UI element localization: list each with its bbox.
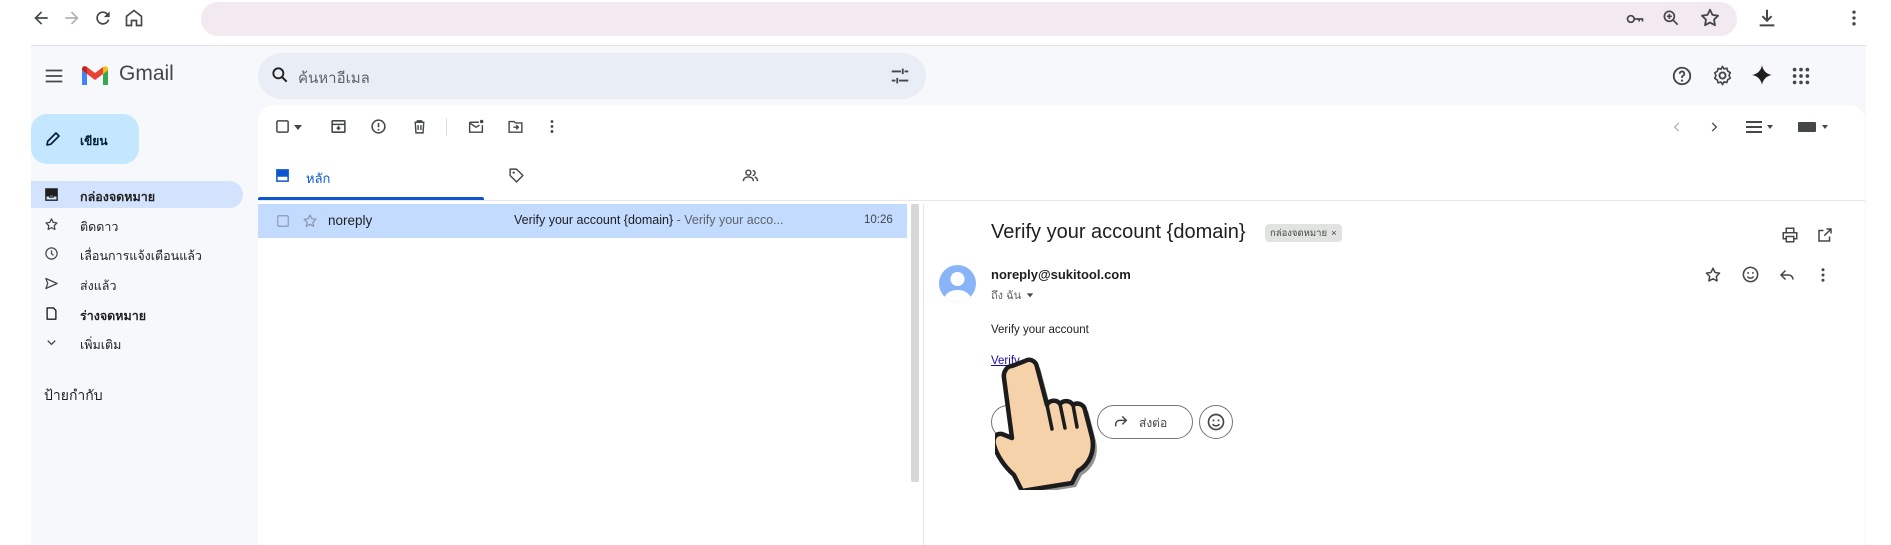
recipient-line[interactable]: ถึง ฉัน [991,286,1034,304]
sender-email: noreply@sukitool.com [991,267,1131,282]
gmail-wordmark: Gmail [119,62,174,85]
menu-dots-icon[interactable] [1844,8,1864,28]
sidebar-item-label: ติดดาว [80,220,119,234]
print-icon[interactable] [1781,226,1799,244]
search-options-icon[interactable] [889,65,911,87]
tabs-divider [258,200,1865,201]
pointing-hand-cursor-icon [995,355,1115,490]
sidebar-item-snoozed[interactable]: เลื่อนการแจ้งเตือนแล้ว [31,240,243,267]
sidebar-item-label: เลื่อนการแจ้งเตือนแล้ว [80,249,202,263]
bookmark-star-icon[interactable] [1699,7,1721,29]
search-icon[interactable] [270,65,290,85]
message-more-icon[interactable] [1818,266,1828,284]
people-icon[interactable] [742,167,759,184]
more-actions-icon[interactable] [546,118,558,135]
emoji-react-button[interactable] [1199,405,1233,439]
compose-label: เขียน [80,134,108,148]
forward-label: ส่งต่อ [1139,416,1168,430]
select-dropdown-icon[interactable] [293,122,303,132]
row-star-icon[interactable] [302,213,318,229]
avatar[interactable] [939,265,976,302]
move-to-icon[interactable] [507,118,524,135]
message-body-text: Verify your account [991,324,1089,336]
list-scrollbar-thumb[interactable] [911,204,919,482]
sidebar-item-sent[interactable]: ส่งแล้ว [31,270,243,297]
row-time: 10:26 [864,214,893,226]
open-new-window-icon[interactable] [1816,226,1834,244]
tab-primary[interactable]: หลัก [306,168,330,189]
home-icon[interactable] [124,8,144,28]
pane-divider[interactable] [923,204,924,545]
forward-icon[interactable] [62,8,82,28]
sidebar-item-inbox[interactable]: กล่องจดหมาย [31,181,243,208]
sidebar-item-more[interactable]: เพิ่มเติม [31,329,243,356]
row-snippet: - Verify your acco... [673,213,784,227]
pencil-icon [44,130,62,148]
report-spam-icon[interactable] [370,118,387,135]
split-pane-toggle-icon[interactable] [1744,119,1774,135]
send-icon [44,276,59,291]
label-chip-text: กล่องจดหมาย [1270,227,1328,239]
search-input[interactable]: ค้นหาอีเมล [298,66,370,90]
gmail-logo-icon[interactable] [80,64,110,88]
mark-unread-icon[interactable] [467,118,485,135]
download-icon[interactable] [1756,7,1778,29]
row-sender: noreply [328,213,373,228]
newer-chevron-left-icon[interactable] [1670,119,1684,135]
older-chevron-right-icon[interactable] [1707,119,1721,135]
row-subject-snippet: Verify your account {domain} - Verify yo… [514,213,784,227]
input-tools-keyboard-icon[interactable] [1797,119,1829,135]
select-all-checkbox[interactable] [275,119,290,134]
star-icon [44,217,59,232]
back-icon[interactable] [31,8,51,28]
remove-label-icon[interactable]: × [1331,228,1337,239]
inbox-label-chip: กล่องจดหมาย × [1265,224,1342,242]
reload-icon[interactable] [93,8,113,28]
recipient-dropdown-icon[interactable] [1026,290,1034,302]
row-subject: Verify your account {domain} [514,213,674,227]
inbox-tab-icon [275,168,290,183]
recipient-text: ถึง ฉัน [991,290,1022,302]
address-bar[interactable] [201,2,1737,36]
tag-icon[interactable] [508,167,525,184]
zoom-icon[interactable] [1661,8,1681,28]
sidebar-item-label: กล่องจดหมาย [80,190,156,204]
inbox-icon [44,187,59,202]
archive-icon[interactable] [330,118,347,135]
emoji-reaction-icon[interactable] [1741,265,1760,284]
message-subject: Verify your account {domain} [991,221,1246,243]
apps-grid-icon[interactable] [1790,65,1812,87]
toolbar-separator [446,118,447,136]
sidebar-item-starred[interactable]: ติดดาว [31,211,243,238]
sidebar-item-drafts[interactable]: ร่างจดหมาย [31,300,243,327]
draft-icon [44,306,59,321]
clock-icon [44,246,59,261]
chevron-down-icon [44,335,59,350]
message-star-icon[interactable] [1704,266,1722,284]
delete-icon[interactable] [411,118,428,135]
row-checkbox[interactable] [276,214,290,228]
key-icon[interactable] [1624,9,1646,29]
gemini-sparkle-icon[interactable] [1750,63,1774,87]
reply-icon[interactable] [1778,266,1796,284]
settings-gear-icon[interactable] [1711,64,1734,87]
sidebar-item-label: ส่งแล้ว [80,279,117,293]
hamburger-menu-icon[interactable] [43,65,65,87]
forward-arrow-icon [1113,414,1129,428]
sidebar-item-label: เพิ่มเติม [80,338,122,352]
help-icon[interactable] [1671,65,1693,87]
labels-heading: ป้ายกำกับ [44,387,103,403]
sidebar-item-label: ร่างจดหมาย [80,309,147,323]
